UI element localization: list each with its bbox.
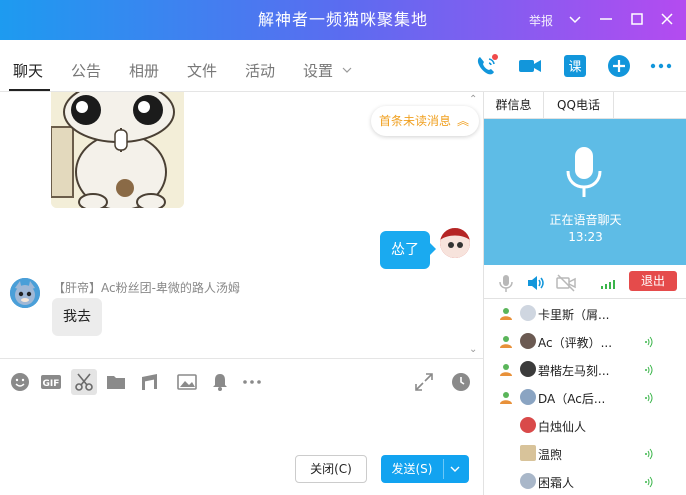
tab-activity[interactable]: 活动: [245, 60, 275, 81]
sender-name[interactable]: 【肝帝】Ac粉丝团-卑微的路人汤姆: [53, 279, 240, 296]
send-button[interactable]: 发送(S): [381, 455, 469, 483]
member-name: 温煦: [538, 448, 563, 462]
member-row[interactable]: 碧楷左马刻...: [484, 356, 686, 384]
add-app-icon[interactable]: [606, 53, 632, 79]
unread-jump-button[interactable]: 首条未读消息 ︽: [371, 106, 479, 136]
speaker-icon[interactable]: [526, 273, 546, 293]
user-icon: [499, 335, 513, 349]
more-dots-icon[interactable]: [241, 371, 263, 393]
voice-controls: 退出: [484, 265, 686, 299]
member-name: 卡里斯（屑...: [538, 308, 610, 322]
avatar: [520, 417, 536, 433]
tab-settings[interactable]: 设置: [303, 60, 333, 81]
side-panel: 群信息 QQ电话 正在语音聊天 13:23 退出 卡里斯（屑... Ac（评教）…: [483, 92, 686, 495]
close-icon[interactable]: [658, 10, 676, 28]
tab-announcement[interactable]: 公告: [71, 60, 101, 81]
image-icon[interactable]: [176, 371, 198, 393]
side-tabs: 群信息 QQ电话: [484, 92, 686, 119]
folder-icon[interactable]: [105, 371, 127, 393]
tab-bar: 聊天 公告 相册 文件 活动 设置 课: [0, 40, 686, 92]
camera-off-icon[interactable]: [556, 273, 576, 293]
history-clock-icon[interactable]: [450, 371, 472, 393]
message-bubble-outgoing[interactable]: 怂了: [380, 231, 436, 269]
emoji-icon[interactable]: [9, 371, 31, 393]
member-row[interactable]: 白烛仙人: [484, 412, 686, 440]
avatar[interactable]: [10, 278, 40, 308]
avatar: [520, 361, 536, 377]
member-name: 碧楷左马刻...: [538, 364, 610, 378]
signal-strength-icon: [599, 273, 619, 293]
tab-album[interactable]: 相册: [129, 60, 159, 81]
bell-icon[interactable]: [209, 371, 231, 393]
member-row[interactable]: 温煦: [484, 440, 686, 468]
send-options-chevron-icon[interactable]: [450, 455, 460, 495]
voice-status: 正在语音聊天: [549, 213, 622, 227]
avatar[interactable]: [440, 228, 470, 258]
member-row[interactable]: 卡里斯（屑...: [484, 300, 686, 328]
member-row[interactable]: DA（Ac后...: [484, 384, 686, 412]
member-name: 困霜人: [538, 476, 575, 490]
user-icon: [499, 363, 513, 377]
video-call-icon[interactable]: [517, 53, 543, 79]
avatar: [520, 445, 536, 461]
microphone-icon: [566, 147, 602, 197]
user-icon: [499, 391, 513, 405]
close-button[interactable]: 关闭(C): [295, 455, 367, 483]
avatar: [520, 389, 536, 405]
tab-chat[interactable]: 聊天: [13, 60, 43, 81]
speaking-icon: [645, 448, 653, 460]
screenshot-scissors-icon[interactable]: [71, 369, 97, 395]
svg-text:课: 课: [568, 60, 581, 75]
avatar: [520, 305, 536, 321]
speaking-icon: [645, 392, 653, 404]
message-bubble-incoming[interactable]: 我去: [52, 298, 102, 336]
minimize-icon[interactable]: [597, 10, 615, 28]
collapse-icon[interactable]: ⌃: [469, 94, 477, 105]
member-name: 白烛仙人: [538, 420, 587, 434]
member-name: DA（Ac后...: [538, 392, 606, 406]
expand-icon[interactable]: ⌄: [469, 344, 477, 355]
member-row[interactable]: Ac（评教）...: [484, 328, 686, 356]
tab-qq-call[interactable]: QQ电话: [544, 92, 614, 119]
fullscreen-icon[interactable]: [413, 371, 435, 393]
report-link[interactable]: 举报: [529, 12, 553, 29]
speaking-icon: [645, 336, 653, 348]
avatar: [520, 333, 536, 349]
class-icon[interactable]: 课: [562, 53, 588, 79]
svg-text:GIF: GIF: [43, 379, 60, 389]
more-icon[interactable]: [648, 53, 674, 79]
sticker-image[interactable]: [51, 92, 184, 208]
music-icon[interactable]: [139, 371, 161, 393]
member-name: Ac（评教）...: [538, 336, 613, 350]
send-label: 发送(S): [391, 462, 433, 476]
title-bar: 解神者一频猫咪聚集地 举报: [0, 0, 686, 40]
user-icon: [499, 307, 513, 321]
active-tab-indicator: [9, 89, 50, 91]
dropdown-icon[interactable]: [566, 10, 584, 28]
tab-files[interactable]: 文件: [187, 60, 217, 81]
avatar: [520, 473, 536, 489]
chevron-up-icon: ︽: [457, 114, 470, 128]
voice-chat-panel: 正在语音聊天 13:23: [484, 119, 686, 265]
mic-toggle-icon[interactable]: [496, 273, 516, 293]
speaking-icon: [645, 476, 653, 488]
gif-icon[interactable]: GIF: [40, 371, 62, 393]
tab-group-info[interactable]: 群信息: [484, 92, 544, 119]
chat-history[interactable]: ⌃ 首条未读消息 ︽ 怂了 【肝帝】Ac粉丝团-卑微的路人汤姆 我去 ⌄: [0, 92, 483, 357]
member-row[interactable]: 困霜人: [484, 468, 686, 495]
chevron-down-icon[interactable]: [342, 64, 352, 74]
voice-call-icon[interactable]: [474, 53, 500, 79]
send-divider: [443, 459, 444, 479]
exit-call-button[interactable]: 退出: [629, 271, 677, 291]
speaking-icon: [645, 364, 653, 376]
message-composer[interactable]: GIF 关闭(C) 发送(S): [0, 358, 483, 495]
maximize-icon[interactable]: [628, 10, 646, 28]
unread-label: 首条未读消息: [379, 114, 452, 128]
voice-timer: 13:23: [568, 230, 603, 244]
